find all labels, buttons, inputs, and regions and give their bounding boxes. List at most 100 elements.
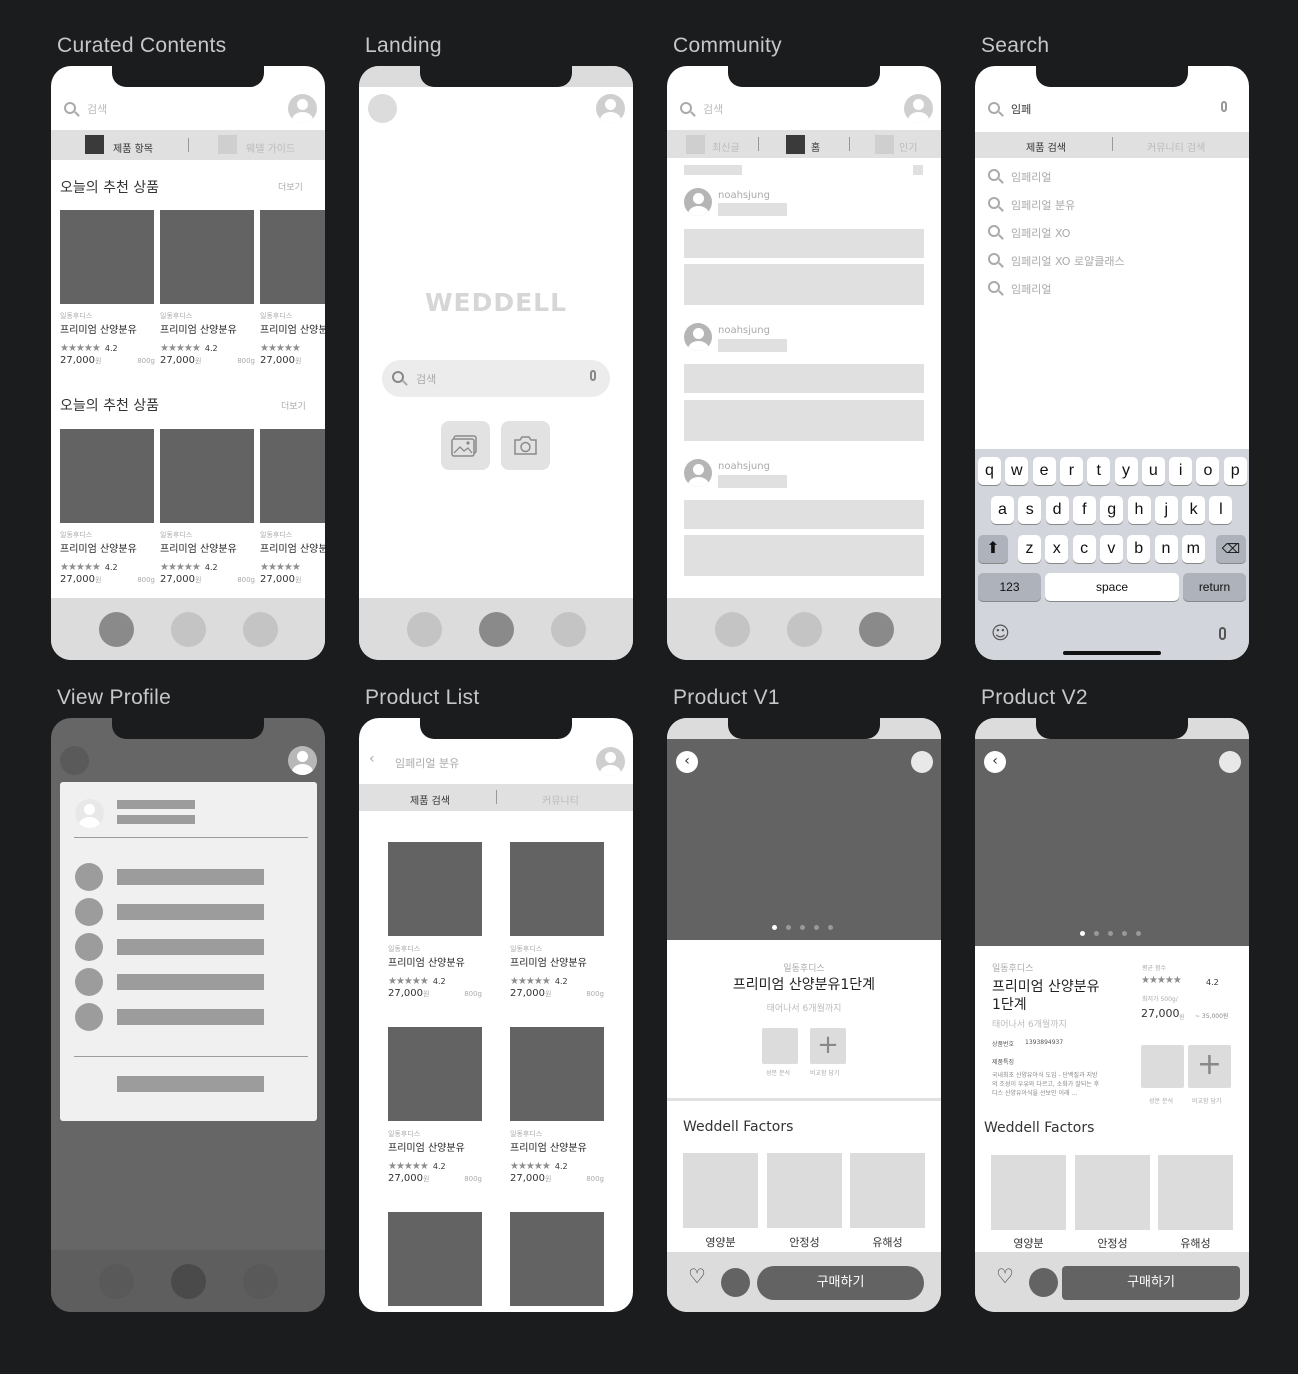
cart-icon[interactable]	[1029, 1268, 1058, 1297]
key-y[interactable]: y	[1114, 457, 1138, 485]
menu-item[interactable]	[117, 939, 264, 955]
menu-item[interactable]	[117, 1009, 264, 1025]
factor-card[interactable]	[1158, 1155, 1233, 1230]
tab-home-icon[interactable]	[715, 612, 750, 647]
post-content-placeholder[interactable]	[684, 535, 924, 576]
key-s[interactable]: s	[1018, 496, 1042, 524]
post-content-placeholder[interactable]	[684, 500, 924, 529]
tab-home-icon[interactable]	[99, 1264, 134, 1299]
back-icon[interactable]: ‹	[676, 751, 698, 773]
product-image[interactable]	[388, 1027, 482, 1121]
avatar[interactable]	[288, 746, 317, 775]
heart-icon[interactable]: ♡	[996, 1264, 1014, 1288]
search-input[interactable]: 검색	[703, 101, 723, 117]
search-input[interactable]: 검색	[87, 101, 107, 117]
key-b[interactable]: b	[1127, 535, 1151, 563]
key-p[interactable]: p	[1223, 457, 1247, 485]
logout-button[interactable]	[117, 1076, 264, 1092]
menu-icon[interactable]	[60, 746, 89, 775]
factor-card[interactable]	[991, 1155, 1066, 1230]
key-d[interactable]: d	[1045, 496, 1069, 524]
product-image[interactable]	[160, 210, 254, 304]
product-image[interactable]	[510, 1027, 604, 1121]
key-m[interactable]: m	[1181, 535, 1205, 563]
avatar[interactable]	[684, 188, 712, 216]
key-z[interactable]: z	[1018, 535, 1041, 563]
post-content-placeholder[interactable]	[684, 229, 924, 258]
back-icon[interactable]: ‹	[369, 751, 375, 767]
tab-search-icon[interactable]	[171, 612, 206, 647]
post-content-placeholder[interactable]	[684, 264, 924, 305]
product-hero-image[interactable]	[667, 739, 941, 940]
search-bar[interactable]: 검색	[382, 360, 610, 397]
tab-home[interactable]: 홈	[811, 139, 820, 154]
camera-button[interactable]	[501, 421, 550, 470]
avatar[interactable]	[288, 94, 317, 123]
tab-product[interactable]: 제품 항목	[113, 140, 153, 155]
menu-item[interactable]	[117, 974, 264, 990]
menu-item[interactable]	[117, 869, 264, 885]
search-input[interactable]: 임페	[1011, 101, 1031, 117]
numbers-key[interactable]: 123	[978, 573, 1041, 601]
avatar[interactable]	[904, 94, 933, 123]
add-compare-icon[interactable]: +	[1188, 1045, 1231, 1088]
key-i[interactable]: i	[1169, 457, 1193, 485]
shift-key[interactable]: ⬆	[978, 535, 1008, 563]
tab-guide[interactable]: 웨델 가이드	[246, 140, 295, 155]
menu-item[interactable]	[117, 904, 264, 920]
factor-card[interactable]	[767, 1153, 842, 1228]
tab-product-search[interactable]: 제품 검색	[410, 792, 450, 807]
key-c[interactable]: c	[1072, 535, 1096, 563]
tab-home-icon[interactable]	[99, 612, 134, 647]
key-h[interactable]: h	[1127, 496, 1151, 524]
tab-community-search[interactable]: 커뮤니티 검색	[1147, 139, 1205, 154]
avatar[interactable]	[684, 323, 712, 351]
tab-community[interactable]: 커뮤니티	[542, 792, 579, 807]
factor-card[interactable]	[1075, 1155, 1150, 1230]
tab-search-icon[interactable]	[479, 612, 514, 647]
search-bar[interactable]: 검색	[667, 87, 941, 130]
key-n[interactable]: n	[1154, 535, 1178, 563]
tab-search-icon[interactable]	[787, 612, 822, 647]
heart-icon[interactable]: ♡	[688, 1264, 706, 1288]
tab-community-icon[interactable]	[551, 612, 586, 647]
more-link[interactable]: 더보기	[278, 180, 303, 193]
key-v[interactable]: v	[1099, 535, 1123, 563]
key-x[interactable]: x	[1045, 535, 1069, 563]
menu-icon[interactable]	[368, 94, 397, 123]
microphone-icon[interactable]	[590, 370, 596, 381]
key-a[interactable]: a	[991, 496, 1014, 524]
product-image[interactable]	[160, 429, 254, 523]
key-u[interactable]: u	[1141, 457, 1165, 485]
avatar[interactable]	[596, 747, 625, 776]
analysis-button[interactable]	[762, 1028, 798, 1064]
post-content-placeholder[interactable]	[684, 364, 924, 393]
search-input[interactable]: 검색	[416, 371, 436, 387]
key-j[interactable]: j	[1154, 496, 1178, 524]
product-image[interactable]	[510, 1212, 604, 1306]
share-icon[interactable]	[911, 751, 933, 773]
product-hero-image[interactable]	[975, 739, 1249, 946]
buy-button[interactable]: 구매하기	[757, 1266, 924, 1300]
tab-latest[interactable]: 최신글	[712, 139, 740, 154]
key-q[interactable]: q	[978, 457, 1001, 485]
username[interactable]: noahsjung	[718, 325, 770, 336]
key-f[interactable]: f	[1072, 496, 1096, 524]
filter-icon[interactable]	[913, 165, 923, 175]
gallery-button[interactable]	[441, 421, 490, 470]
space-key[interactable]: space	[1045, 573, 1179, 601]
key-r[interactable]: r	[1059, 457, 1083, 485]
emoji-icon[interactable]: ☺	[991, 623, 1010, 644]
search-bar[interactable]: 검색	[51, 87, 325, 130]
buy-button[interactable]: 구매하기	[1062, 1266, 1240, 1300]
key-o[interactable]: o	[1196, 457, 1220, 485]
tab-community-icon[interactable]	[243, 1264, 278, 1299]
tab-community-icon[interactable]	[243, 612, 278, 647]
share-icon[interactable]	[1219, 751, 1241, 773]
product-image[interactable]	[260, 429, 325, 523]
back-icon[interactable]: ‹	[984, 751, 1006, 773]
tab-product-search[interactable]: 제품 검색	[1026, 139, 1066, 154]
tab-search-icon[interactable]	[171, 1264, 206, 1299]
backspace-key[interactable]: ⌫	[1216, 535, 1246, 563]
product-image[interactable]	[260, 210, 325, 304]
